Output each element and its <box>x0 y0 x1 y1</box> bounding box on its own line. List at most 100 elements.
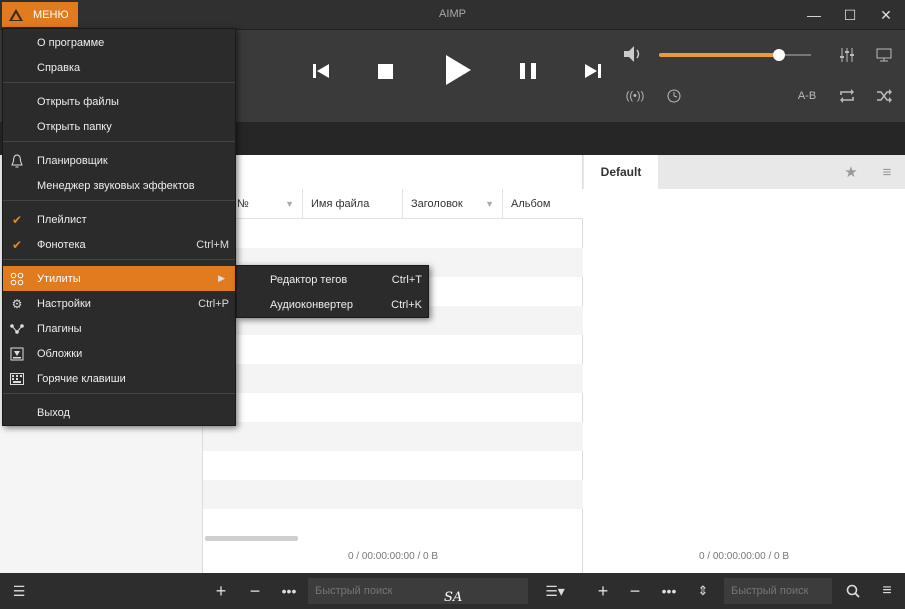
column-filename[interactable]: Имя файла <box>303 189 403 219</box>
plugins-icon <box>9 321 25 337</box>
menu-item-scheduler[interactable]: Планировщик <box>3 148 235 173</box>
tab-default[interactable]: Default <box>584 155 658 189</box>
table-row[interactable] <box>203 422 583 451</box>
shuffle-button[interactable] <box>873 86 895 106</box>
star-icon: ★ <box>844 164 858 181</box>
menu-item-skins[interactable]: Обложки <box>3 341 235 366</box>
menu-item-label: О программе <box>37 36 105 49</box>
menu-item-label: Менеджер звуковых эффектов <box>37 179 195 192</box>
pause-button[interactable] <box>515 58 541 84</box>
visualization-button[interactable] <box>873 44 895 66</box>
quick-search-input-left[interactable] <box>308 578 528 604</box>
remove-button-right[interactable]: − <box>622 573 648 609</box>
checkmark-icon: ✔ <box>11 237 23 252</box>
menu-item-label: Открыть файлы <box>37 95 119 108</box>
menu-item-label: Планировщик <box>37 154 108 167</box>
search-button[interactable] <box>840 573 866 609</box>
remove-button[interactable]: − <box>242 573 268 609</box>
previous-track-button[interactable] <box>308 58 334 84</box>
play-button[interactable] <box>440 52 476 88</box>
radio-icon: ((•)) <box>625 90 645 102</box>
column-album[interactable]: Альбом <box>503 189 583 219</box>
horizontal-scrollbar[interactable] <box>205 536 298 541</box>
menu-item-settings[interactable]: ⚙ Настройки Ctrl+P <box>3 291 235 316</box>
menu-separator <box>3 200 235 201</box>
minus-icon: − <box>249 580 261 601</box>
stop-button[interactable] <box>372 58 398 84</box>
submenu-item-shortcut: Ctrl+T <box>391 273 422 286</box>
column-title-label: Заголовок <box>411 198 463 210</box>
playlist-column-header: № ▼ Имя файла Заголовок ▼ Альбом <box>203 189 583 219</box>
menu-item-open-folder[interactable]: Открыть папку <box>3 114 235 139</box>
bell-icon <box>9 153 25 169</box>
bottom-menu-button[interactable]: ≡ <box>874 573 900 609</box>
menu-item-sound-effects[interactable]: Менеджер звуковых эффектов <box>3 173 235 198</box>
submenu-item-tag-editor[interactable]: Редактор тегов Ctrl+T <box>237 267 428 292</box>
ellipsis-icon: ••• <box>281 583 297 599</box>
list-icon: ☰ <box>12 582 26 599</box>
menu-item-playlist[interactable]: ✔ Плейлист <box>3 207 235 232</box>
menu-item-label: Выход <box>37 406 70 419</box>
utilities-icon <box>9 271 25 287</box>
menu-item-label: Плагины <box>37 322 82 335</box>
submenu-item-label: Аудиоконвертер <box>270 298 354 311</box>
repeat-icon <box>840 89 854 103</box>
menu-item-label: Открыть папку <box>37 120 112 133</box>
volume-slider-knob[interactable] <box>773 49 785 61</box>
equalizer-button[interactable] <box>836 44 858 66</box>
filter-icon[interactable]: ▼ <box>485 189 494 219</box>
menu-separator <box>3 82 235 83</box>
chevron-right-icon: ▶ <box>218 273 225 283</box>
menu-item-music-library[interactable]: ✔ Фонотека Ctrl+M <box>3 232 235 257</box>
maximize-button[interactable]: ☐ <box>832 0 868 30</box>
menu-item-exit[interactable]: Выход <box>3 400 235 425</box>
column-title[interactable]: Заголовок ▼ <box>403 189 503 219</box>
favorites-button[interactable]: ★ <box>840 162 862 182</box>
ab-repeat-button[interactable]: A-B <box>792 86 822 106</box>
volume-fill <box>659 53 779 57</box>
menu-item-hotkeys[interactable]: Горячие клавиши <box>3 366 235 391</box>
menu-item-label: Фонотека <box>37 238 86 251</box>
more-button-right[interactable]: ••• <box>656 573 682 609</box>
minimize-button[interactable]: — <box>796 0 832 30</box>
menu-item-utilities[interactable]: Утилиты ▶ <box>3 266 235 291</box>
next-track-button[interactable] <box>580 58 606 84</box>
watermark: SA <box>444 590 463 605</box>
volume-button[interactable] <box>622 43 646 65</box>
submenu-item-audio-converter[interactable]: Аудиоконвертер Ctrl+K <box>237 292 428 317</box>
minus-icon: − <box>629 580 641 601</box>
close-button[interactable]: ✕ <box>868 0 904 30</box>
panel-menu-button[interactable]: ≡ <box>876 162 898 182</box>
repeat-button[interactable] <box>836 86 858 106</box>
menu-item-open-files[interactable]: Открыть файлы <box>3 89 235 114</box>
add-button-right[interactable]: + <box>590 573 616 609</box>
table-row[interactable] <box>203 364 583 393</box>
sort-menu-button[interactable]: ☰▾ <box>538 573 572 609</box>
menu-item-about[interactable]: О программе <box>3 30 235 55</box>
ellipsis-icon: ••• <box>661 583 677 599</box>
menu-item-label: Обложки <box>37 347 83 360</box>
keyboard-icon <box>9 371 25 387</box>
timer-button[interactable] <box>663 86 685 106</box>
checkmark-icon: ✔ <box>11 212 23 227</box>
more-button[interactable]: ••• <box>276 573 302 609</box>
menu-item-plugins[interactable]: Плагины <box>3 316 235 341</box>
playlist-list-button[interactable]: ☰ <box>6 573 32 609</box>
add-button[interactable]: + <box>208 573 234 609</box>
radio-button[interactable]: ((•)) <box>624 86 646 106</box>
move-button[interactable]: ⇕ <box>690 573 716 609</box>
skins-icon <box>9 346 25 362</box>
submenu-item-label: Редактор тегов <box>270 273 348 286</box>
utilities-submenu: Редактор тегов Ctrl+T Аудиоконвертер Ctr… <box>236 265 429 318</box>
menu-item-shortcut: Ctrl+P <box>198 297 229 310</box>
quick-search-input-right[interactable] <box>724 578 832 604</box>
filter-icon[interactable]: ▼ <box>285 189 294 219</box>
plus-icon: + <box>215 580 227 601</box>
menu-item-help[interactable]: Справка <box>3 55 235 80</box>
clock-icon <box>667 89 681 103</box>
submenu-item-shortcut: Ctrl+K <box>391 298 422 311</box>
table-row[interactable] <box>203 480 583 509</box>
hamburger-icon: ≡ <box>882 163 892 181</box>
menu-item-label: Плейлист <box>37 213 87 226</box>
menu-separator <box>3 393 235 394</box>
